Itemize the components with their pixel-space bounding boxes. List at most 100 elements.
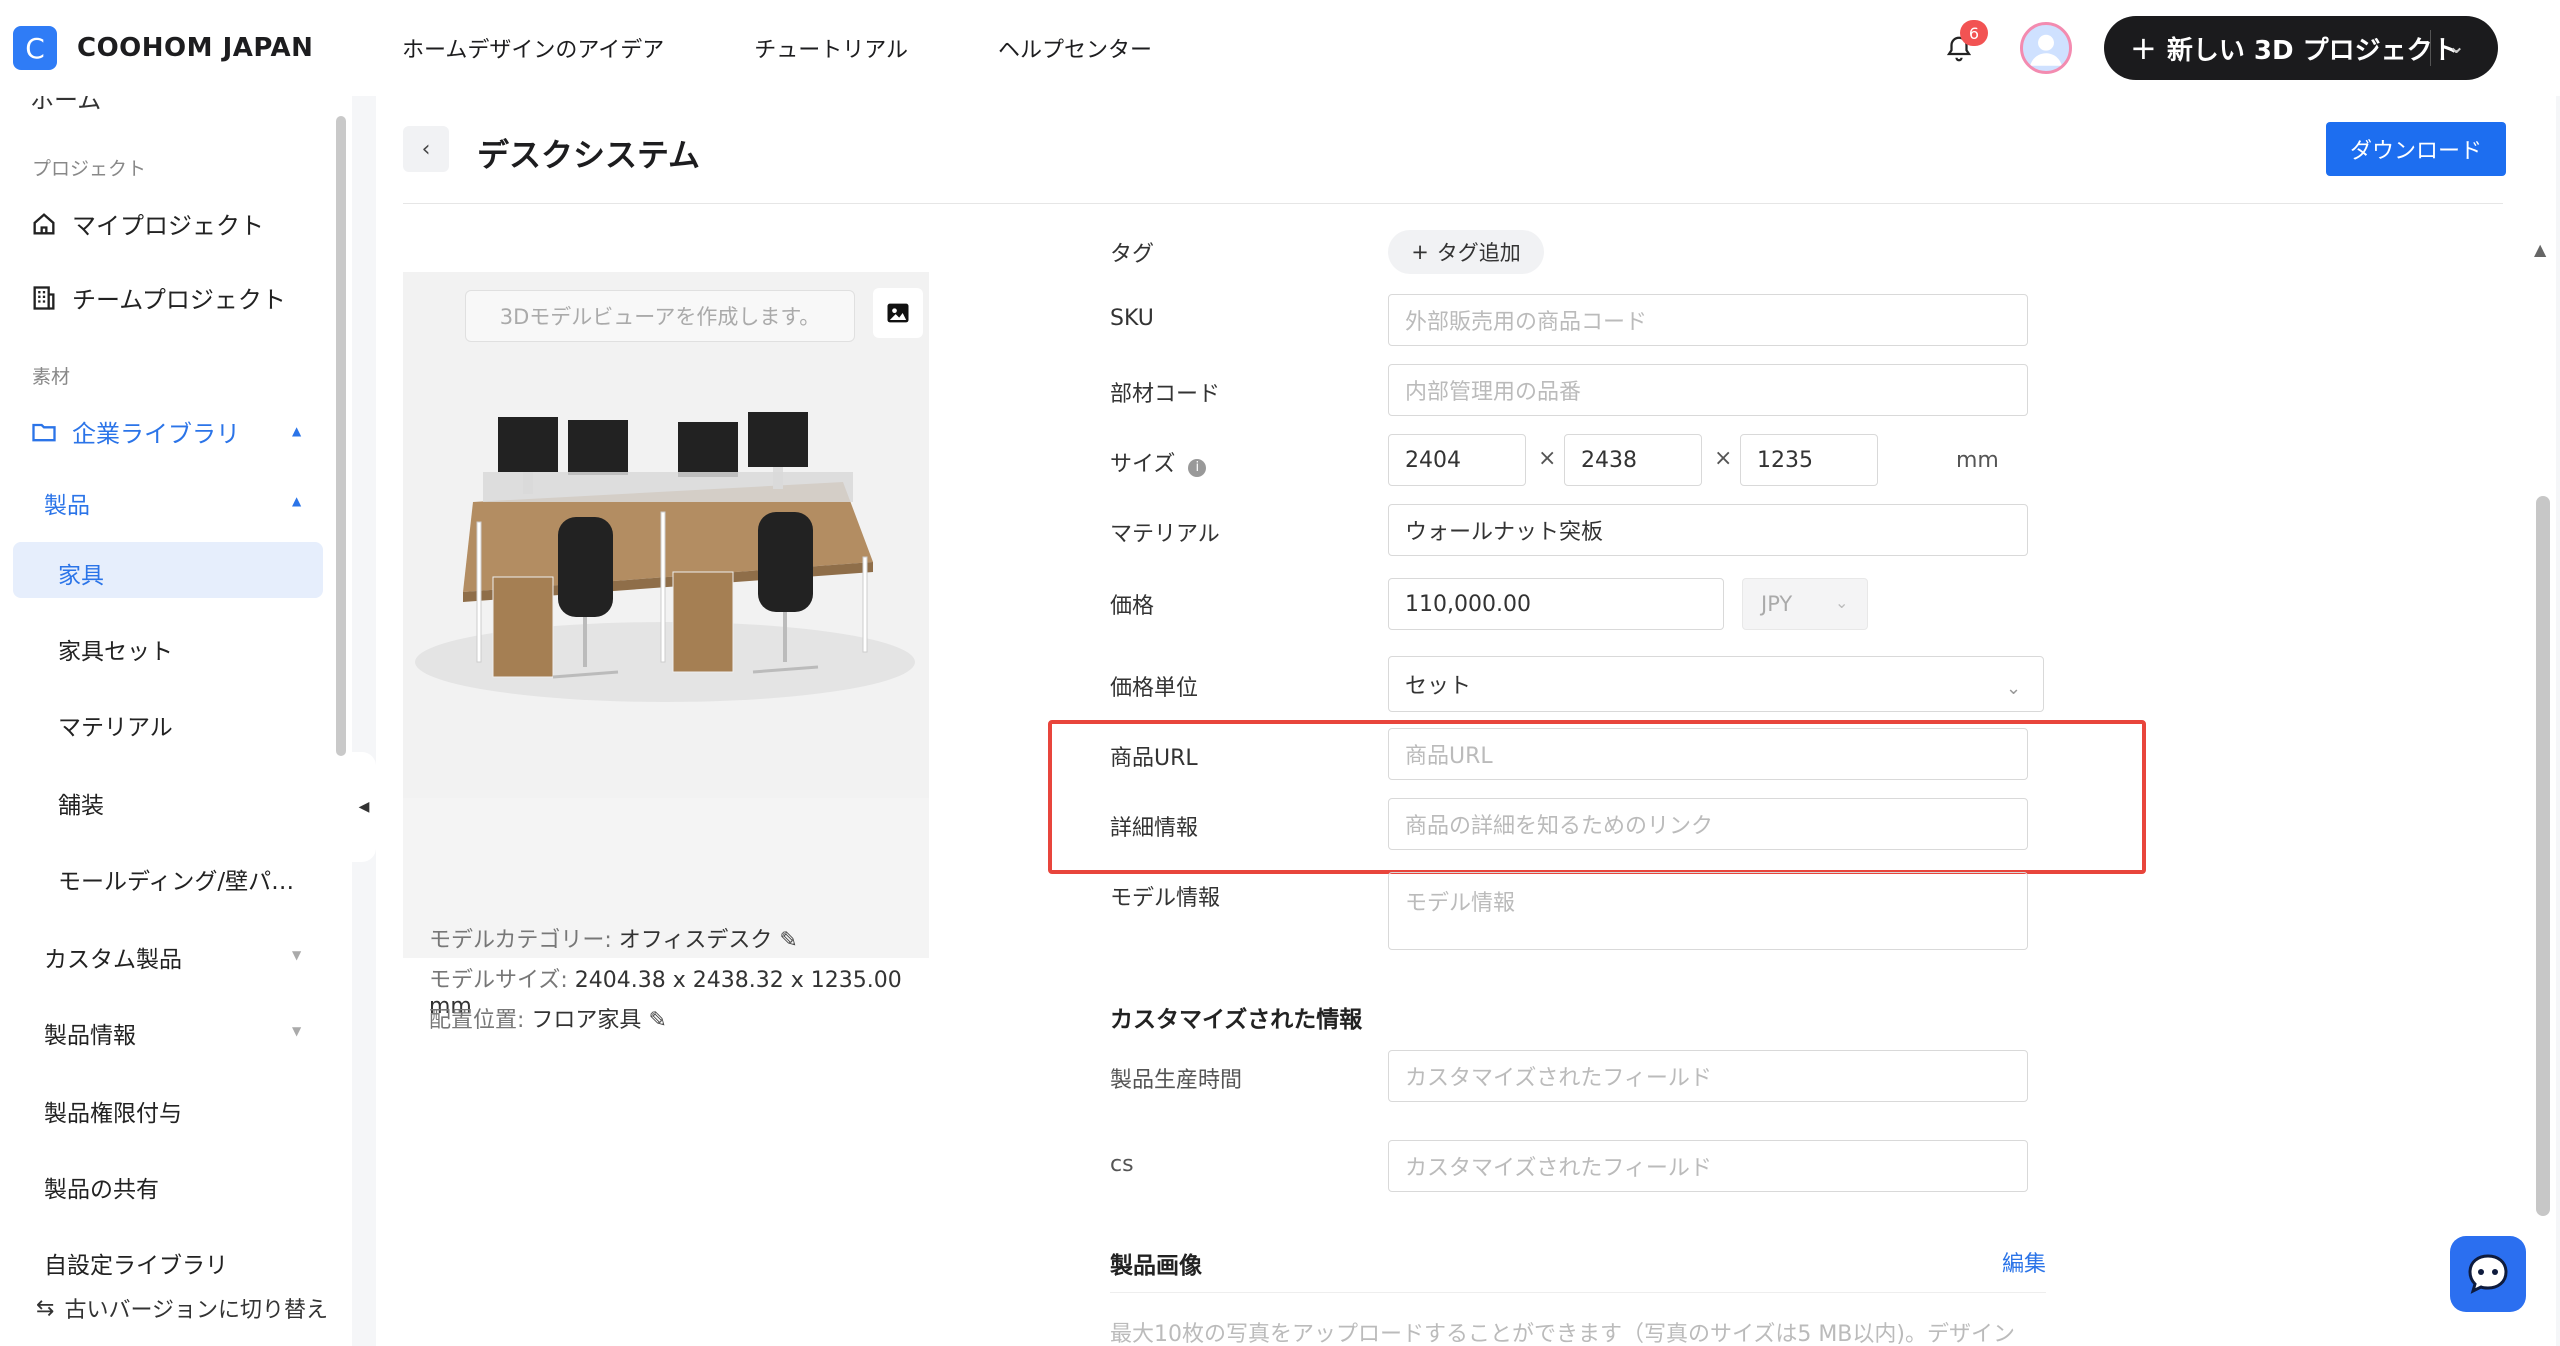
switch-version-button[interactable]: ⇆ 古いバージョンに切り替え xyxy=(36,1278,352,1338)
sku-input[interactable]: 外部販売用の商品コード xyxy=(1388,294,2028,346)
cs-label: cs xyxy=(1110,1152,1134,1177)
chat-bot-icon xyxy=(2468,1254,2508,1294)
part-code-label: 部材コード xyxy=(1110,382,1221,407)
add-tag-button[interactable]: + タグ追加 xyxy=(1388,230,1544,274)
page-title: デスクシステム xyxy=(477,136,701,174)
model-category-label: モデルカテゴリー: xyxy=(429,928,612,953)
main-scrollbar[interactable] xyxy=(2536,496,2550,1216)
size-height-input[interactable]: 1235 xyxy=(1740,434,1878,486)
currency-select[interactable]: JPY ⌄ xyxy=(1742,578,1868,630)
sidebar-item-furniture[interactable]: 家具 xyxy=(58,556,104,590)
price-unit-select[interactable]: セット xyxy=(1388,656,2044,712)
edit-images-link[interactable]: 編集 xyxy=(2002,1246,2046,1278)
folder-icon xyxy=(30,418,58,446)
caret-up-icon[interactable]: ▲ xyxy=(292,424,301,438)
add-tag-label: タグ追加 xyxy=(1436,241,1521,265)
sidebar-item-custom-library[interactable]: 自設定ライブラリ xyxy=(44,1246,228,1280)
section-label-material: 素材 xyxy=(32,366,71,388)
sidebar-item-custom-products[interactable]: カスタム製品 xyxy=(44,940,182,974)
notification-badge: 6 xyxy=(1960,20,1988,46)
scroll-up-arrow[interactable]: ▲ xyxy=(2534,240,2546,259)
nav-tutorials[interactable]: チュートリアル xyxy=(754,32,908,64)
production-time-input[interactable]: カスタマイズされたフィールド xyxy=(1388,1050,2028,1102)
size-width-input[interactable]: 2404 xyxy=(1388,434,1526,486)
sidebar: ホーム プロジェクト マイプロジェクト チームプロジェクト 素材 企業ライブラリ… xyxy=(0,96,352,1346)
brand-name: COOHOM JAPAN xyxy=(77,33,314,63)
chevron-down-icon: ⌄ xyxy=(1835,593,1849,612)
plus-icon: + xyxy=(2130,29,2157,67)
top-nav: ホームデザインのアイデア チュートリアル ヘルプセンター xyxy=(402,32,1242,64)
detail-info-label: 詳細情報 xyxy=(1110,816,1199,841)
price-label: 価格 xyxy=(1110,594,1155,619)
sidebar-item-products[interactable]: 製品 xyxy=(44,486,90,520)
size-separator: × xyxy=(1714,446,1733,471)
section-divider xyxy=(1110,1292,2046,1293)
sidebar-item-label: チームプロジェクト xyxy=(72,286,286,314)
top-header: C COOHOM JAPAN ホームデザインのアイデア チュートリアル ヘルプセ… xyxy=(0,0,2560,96)
sidebar-item-product-sharing[interactable]: 製品の共有 xyxy=(44,1170,159,1204)
sidebar-item-product-info[interactable]: 製品情報 xyxy=(44,1016,136,1050)
sidebar-item-material[interactable]: マテリアル xyxy=(58,708,173,742)
nav-help-center[interactable]: ヘルプセンター xyxy=(998,32,1152,64)
caret-left-icon: ◀ xyxy=(358,799,370,815)
new-project-label: 新しい 3D プロジェクト xyxy=(2166,35,2459,66)
tag-label: タグ xyxy=(1110,242,1155,267)
info-icon[interactable]: i xyxy=(1188,459,1207,477)
sidebar-item-team-projects[interactable]: チームプロジェクト xyxy=(30,280,286,315)
caret-down-icon[interactable]: ▼ xyxy=(292,948,301,962)
switch-version-label: 古いバージョンに切り替え xyxy=(64,1298,328,1323)
image-icon xyxy=(887,303,909,323)
back-button[interactable]: ‹ xyxy=(403,126,449,172)
nav-home-design-ideas[interactable]: ホームデザインのアイデア xyxy=(402,32,664,64)
main-content: ‹ デスクシステム ダウンロード 3Dモデルビューアを作成します。 モデルカテゴ… xyxy=(376,96,2556,1346)
images-note: 最大10枚の写真をアップロードすることができます（写真のサイズは5 MB以内)。… xyxy=(1110,1322,2015,1346)
building-icon xyxy=(30,284,58,312)
section-label-project: プロジェクト xyxy=(32,158,147,180)
product-url-label: 商品URL xyxy=(1110,746,1198,771)
detail-info-input[interactable]: 商品の詳細を知るためのリンク xyxy=(1388,798,2028,850)
product-url-input[interactable]: 商品URL xyxy=(1388,728,2028,780)
new-3d-project-button[interactable]: + 新しい 3D プロジェクト ⌄ xyxy=(2104,16,2498,80)
size-depth-input[interactable]: 2438 xyxy=(1564,434,1702,486)
part-code-input[interactable]: 内部管理用の品番 xyxy=(1388,364,2028,416)
sidebar-collapse-button[interactable]: ◀ xyxy=(352,752,376,862)
pencil-icon[interactable]: ✎ xyxy=(648,1008,666,1033)
model-info-textarea[interactable]: モデル情報 xyxy=(1388,872,2028,950)
sidebar-item-molding[interactable]: モールディング/壁パ… xyxy=(58,862,294,896)
brand[interactable]: C COOHOM JAPAN xyxy=(13,26,313,70)
size-unit: mm xyxy=(1956,448,1999,473)
create-3d-viewer-button[interactable]: 3Dモデルビューアを作成します。 xyxy=(465,290,855,342)
model-category-value: オフィスデスク xyxy=(618,928,773,953)
switch-icon: ⇆ xyxy=(36,1295,55,1321)
sidebar-item-my-projects[interactable]: マイプロジェクト xyxy=(30,206,264,241)
sidebar-item-home[interactable]: ホーム xyxy=(30,96,101,115)
sidebar-item-paving[interactable]: 舗装 xyxy=(58,786,104,820)
placement: 配置位置: フロア家具 ✎ xyxy=(429,1002,667,1034)
size-separator: × xyxy=(1538,446,1557,471)
sidebar-item-enterprise-library[interactable]: 企業ライブラリ xyxy=(30,414,240,449)
sidebar-scrollbar[interactable] xyxy=(336,116,346,756)
pencil-icon[interactable]: ✎ xyxy=(779,928,797,953)
sidebar-item-label: 企業ライブラリ xyxy=(72,420,240,448)
sidebar-item-furniture-set[interactable]: 家具セット xyxy=(58,632,173,666)
cs-input[interactable]: カスタマイズされたフィールド xyxy=(1388,1140,2028,1192)
image-upload-button[interactable] xyxy=(873,288,923,338)
header-divider xyxy=(403,203,2503,204)
notification-button[interactable]: 6 xyxy=(1940,20,1988,68)
placement-label: 配置位置: xyxy=(429,1008,525,1033)
product-images-title: 製品画像 xyxy=(1110,1253,1202,1279)
download-button[interactable]: ダウンロード xyxy=(2326,122,2506,176)
caret-down-icon[interactable]: ▼ xyxy=(292,1024,301,1038)
sidebar-item-product-permission[interactable]: 製品権限付与 xyxy=(44,1094,182,1128)
price-unit-label: 価格単位 xyxy=(1110,676,1199,701)
price-input[interactable]: 110,000.00 xyxy=(1388,578,1724,630)
caret-up-icon[interactable]: ▲ xyxy=(292,494,301,508)
house-edit-icon xyxy=(30,210,58,238)
material-input[interactable]: ウォールナット突板 xyxy=(1388,504,2028,556)
model-category: モデルカテゴリー: オフィスデスク ✎ xyxy=(429,922,798,954)
chat-support-button[interactable] xyxy=(2450,1236,2526,1312)
chevron-left-icon: ‹ xyxy=(421,136,431,162)
chevron-down-icon[interactable]: ⌄ xyxy=(2448,34,2465,58)
user-avatar[interactable] xyxy=(2020,22,2072,74)
model-image: 3Dモデルビューアを作成します。 xyxy=(403,272,929,798)
